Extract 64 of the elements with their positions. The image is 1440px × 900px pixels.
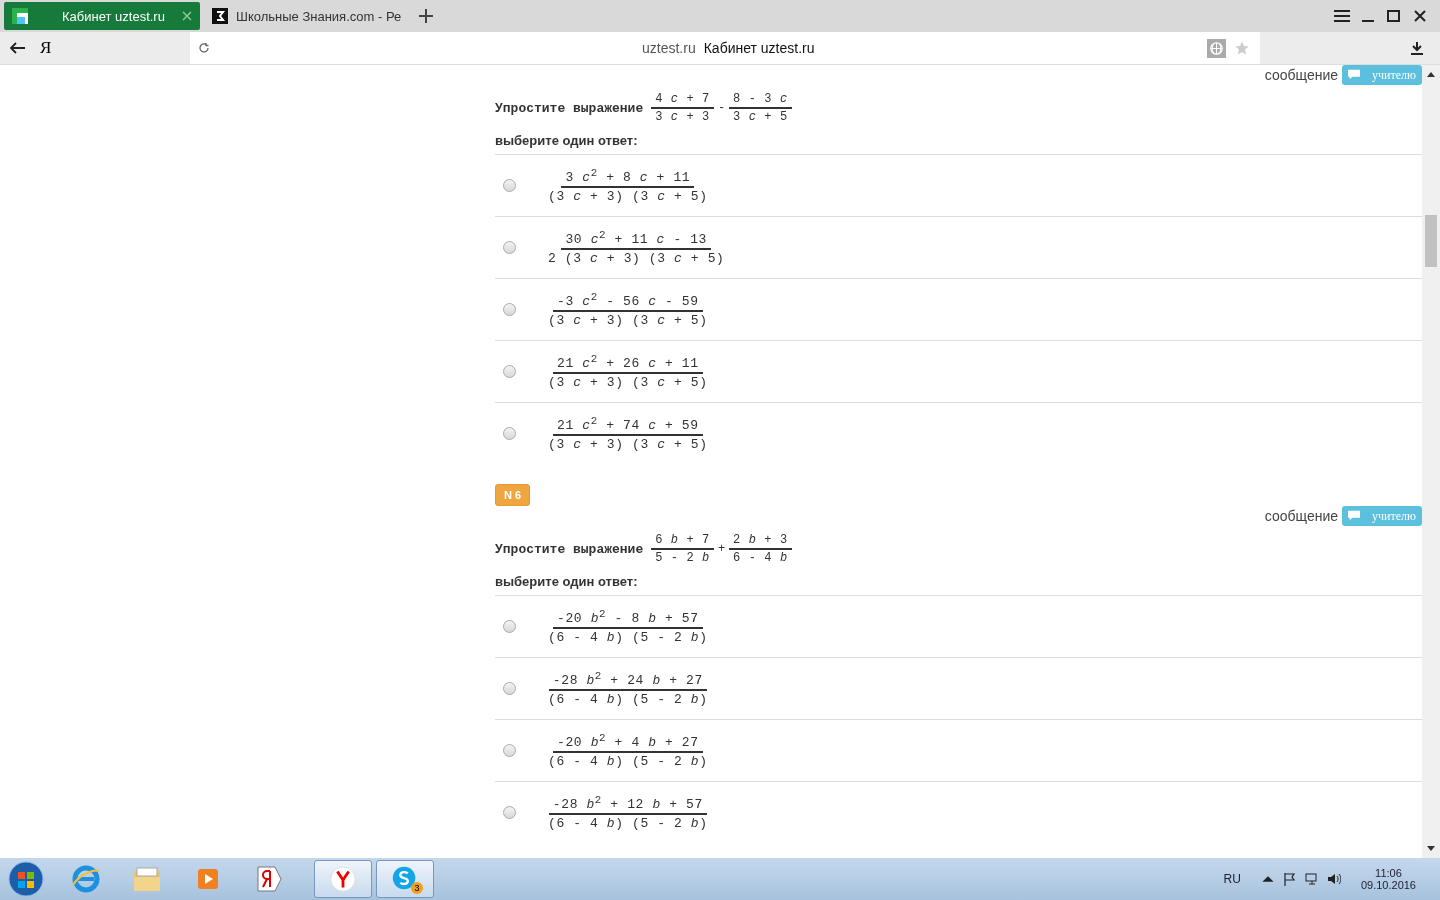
radio-button[interactable] <box>503 303 516 316</box>
browser-tab[interactable]: Школьные Знания.com - Ре <box>204 2 410 30</box>
choose-answer-label: выберите один ответ: <box>495 133 639 148</box>
radio-button[interactable] <box>503 744 516 757</box>
speech-bubble-icon <box>1348 510 1360 522</box>
taskbar-app-button[interactable]: 3 <box>376 860 434 898</box>
message-label: сообщение <box>1264 67 1338 83</box>
radio-button[interactable] <box>503 806 516 819</box>
question-text: Упростите выражение <box>495 541 644 557</box>
new-tab-icon[interactable] <box>419 9 434 23</box>
fraction: 6 b + 7 5 - 2 b <box>651 533 714 565</box>
answer-fraction: -3 c$^{2}$ - 56 c - 59 (3 c + 3) (3 c + 5) <box>547 290 709 329</box>
radio-button[interactable] <box>503 365 516 378</box>
network-icon[interactable] <box>1304 872 1319 886</box>
answer-fraction: 21 c$^{2}$ + 74 c + 59 (3 c + 3) (3 c + 5) <box>547 414 709 453</box>
fraction: 2 b + 3 6 - 4 b <box>729 533 792 565</box>
answer-fraction: 30 c$^{2}$ + 11 c - 13 2 (3 c + 3) (3 c + 5) <box>547 228 726 267</box>
globe-icon[interactable] <box>1207 38 1226 58</box>
close-icon[interactable] <box>1412 9 1428 23</box>
scroll-down-icon[interactable] <box>1427 846 1435 852</box>
answer-fraction: -28 b$^{2}$ + 12 b + 57 (6 - 4 b) (5 - 2 b) <box>547 793 709 832</box>
speaker-icon[interactable] <box>1326 872 1341 886</box>
question-text: Упростите выражение <box>495 100 644 116</box>
back-arrow-icon[interactable] <box>10 42 26 54</box>
start-button-icon[interactable] <box>8 861 44 897</box>
taskbar-app-button[interactable] <box>314 860 372 898</box>
notification-badge: 3 <box>411 882 423 894</box>
fraction: 8 - 3 c 3 c + 5 <box>729 92 792 124</box>
question-number-badge: N 6 <box>495 484 531 506</box>
answer-fraction: 21 c$^{2}$ + 26 c + 11 (3 c + 3) (3 c + 5) <box>547 352 709 391</box>
yandex-button[interactable]: Я <box>40 38 190 58</box>
language-indicator[interactable]: RU <box>1223 872 1241 886</box>
menu-icon[interactable] <box>1334 9 1350 23</box>
scrollbar-thumb[interactable] <box>1425 215 1437 267</box>
fraction: 4 c + 7 3 c + 3 <box>651 92 714 124</box>
radio-button[interactable] <box>503 620 516 633</box>
speech-bubble-icon <box>1348 69 1360 81</box>
operator-sign: - <box>717 101 726 115</box>
download-icon[interactable] <box>1410 41 1424 55</box>
answer-fraction: -20 b$^{2}$ - 8 b + 57 (6 - 4 b) (5 - 2 b) <box>547 607 709 646</box>
answer-fraction: -20 b$^{2}$ + 4 b + 27 (6 - 4 b) (5 - 2 b) <box>547 731 709 770</box>
clock-date[interactable]: 09.10.2016 <box>1360 879 1416 891</box>
choose-answer-label: выберите один ответ: <box>495 574 639 589</box>
radio-button[interactable] <box>503 427 516 440</box>
radio-button[interactable] <box>503 682 516 695</box>
answer-fraction: 3 c$^{2}$ + 8 c + 11 (3 c + 3) (3 c + 5) <box>547 166 709 205</box>
answer-fraction: -28 b$^{2}$ + 24 b + 27 (6 - 4 b) (5 - 2 b) <box>547 669 709 708</box>
scrollbar[interactable] <box>1422 65 1440 858</box>
operator-sign: + <box>717 542 726 556</box>
scroll-up-icon[interactable] <box>1427 71 1435 77</box>
browser-e-icon[interactable] <box>70 863 102 895</box>
message-label: сообщение <box>1264 508 1338 524</box>
clock-time[interactable]: 11:06 <box>1375 867 1402 879</box>
reload-icon[interactable] <box>198 42 210 54</box>
letter-y-icon <box>328 864 358 894</box>
radio-button[interactable] <box>503 241 516 254</box>
star-icon[interactable] <box>1234 40 1250 56</box>
radio-button[interactable] <box>503 179 516 192</box>
browser-tab[interactable]: Кабинет uztest.ru <box>4 2 200 30</box>
address-field[interactable]: uztest.ru Кабинет uztest.ru <box>190 32 1260 64</box>
flag-icon[interactable] <box>1282 872 1297 886</box>
maximize-icon[interactable] <box>1386 9 1402 23</box>
site-logo-icon <box>12 8 28 24</box>
site-logo-icon <box>212 8 228 24</box>
